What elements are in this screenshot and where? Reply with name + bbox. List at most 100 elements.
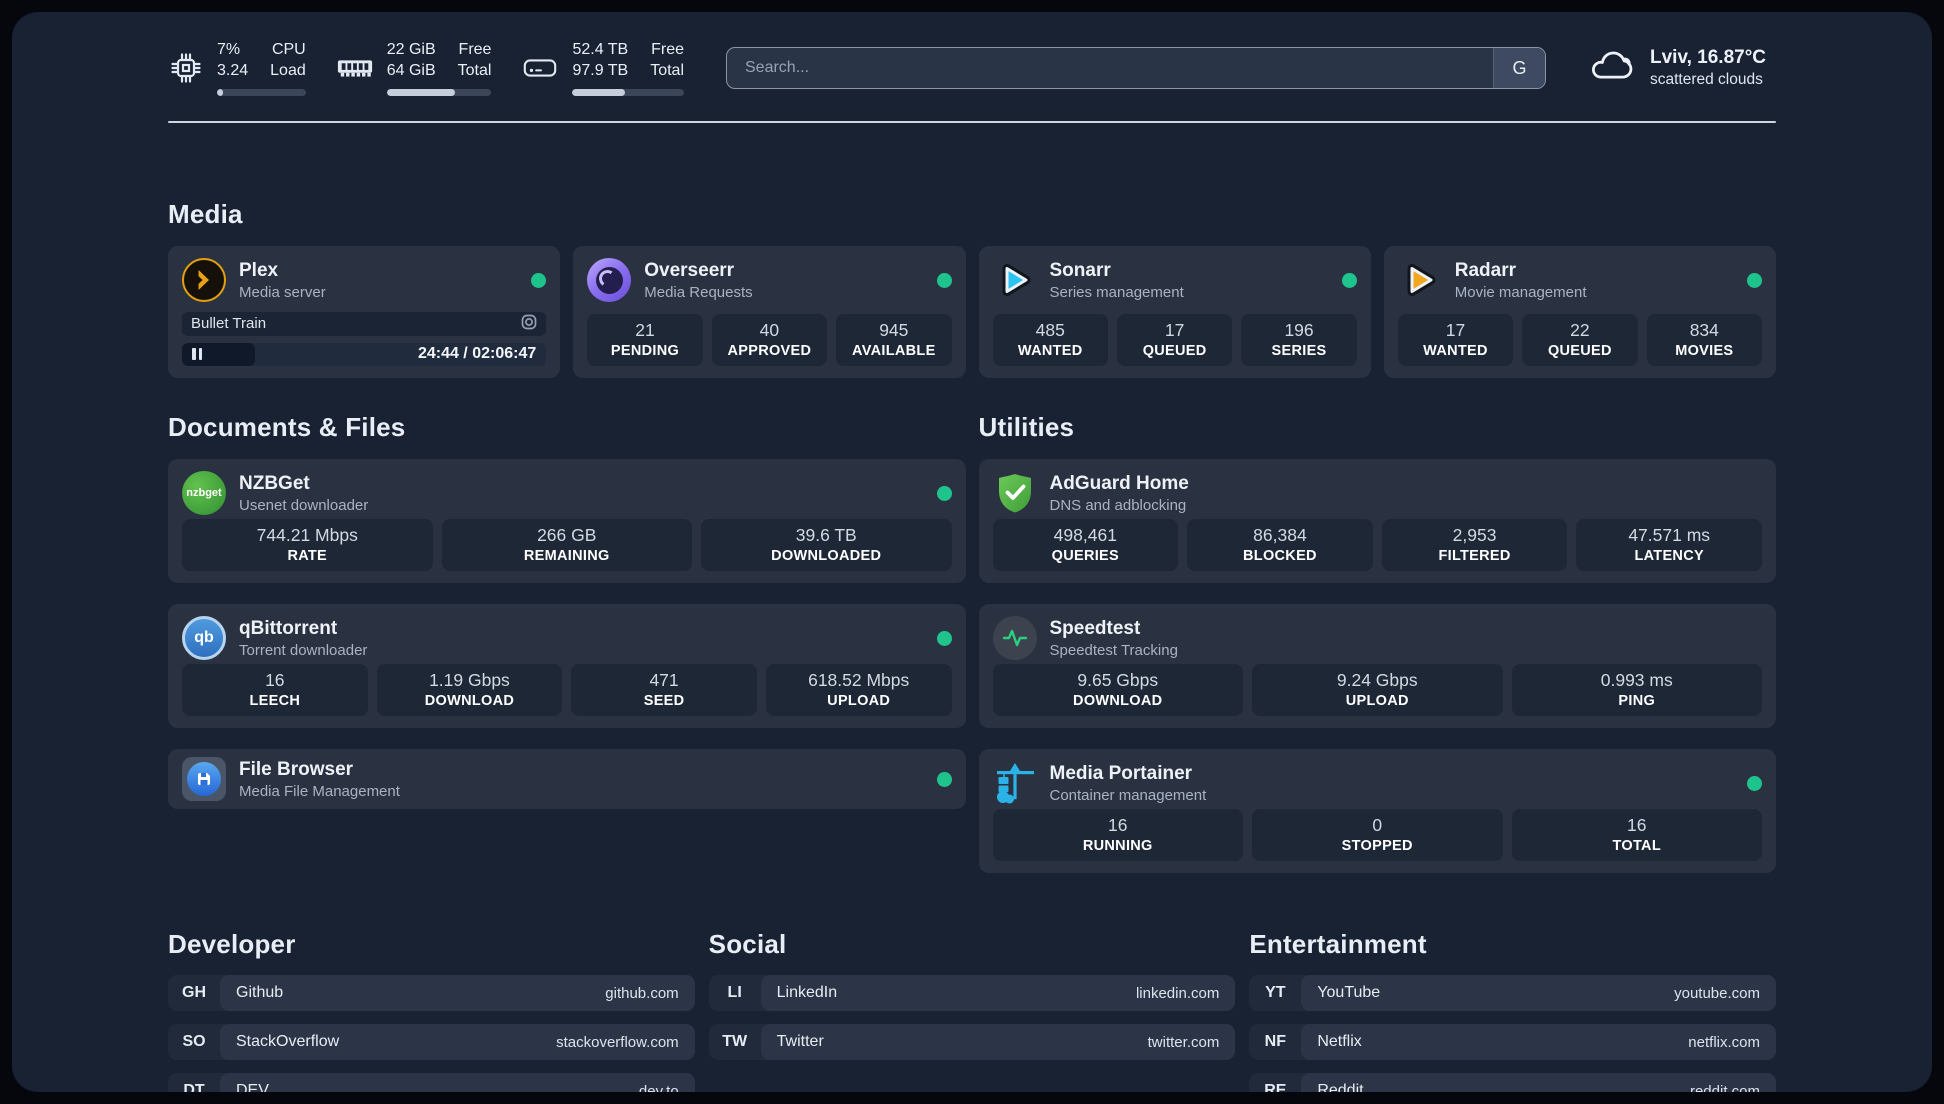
app-card-radarr[interactable]: Radarr Movie management 17 WANTED 22 QUEUE… [1383, 246, 1776, 378]
weather-widget: Lviv, 16.87°C scattered clouds [1588, 47, 1776, 90]
disk-icon [521, 54, 559, 82]
app-card-filebrowser[interactable]: File Browser Media File Management [168, 749, 966, 809]
search-bar: G [726, 47, 1546, 89]
link-github[interactable]: GH Github github.com [168, 975, 695, 1011]
link-abbr: NF [1264, 1033, 1286, 1050]
stat-tile: 744.21 Mbps RATE [182, 519, 433, 571]
stat-tile: 196 SERIES [1241, 314, 1357, 366]
app-card-sonarr[interactable]: Sonarr Series management 485 WANTED 17 QUE… [978, 246, 1371, 378]
section-title-documents: Documents & Files [168, 412, 406, 442]
app-subtitle: Movie management [1454, 283, 1587, 301]
stat-tile: 47.571 ms LATENCY [1576, 519, 1762, 571]
header-divider [168, 121, 1776, 123]
app-card-plex[interactable]: Plex Media server Bullet Train 24:44 / 0… [168, 246, 561, 378]
stat-tile: 39.6 TB DOWNLOADED [701, 519, 952, 571]
memory-icon [336, 54, 374, 82]
status-dot [936, 272, 952, 288]
load-label: Load [270, 62, 306, 79]
cpu-label: CPU [271, 41, 306, 59]
app-name: File Browser [239, 758, 354, 780]
stat-tile: 498,461 QUERIES [992, 519, 1179, 571]
app-name: Plex [239, 259, 279, 281]
app-subtitle: Media File Management [239, 782, 400, 800]
qbittorrent-icon: qb [182, 616, 226, 660]
stat-tile: 16 RUNNING [992, 809, 1243, 861]
app-subtitle: Usenet downloader [239, 496, 369, 514]
disk-total-label: Total [650, 62, 684, 79]
link-reddit[interactable]: RE Reddit reddit.com [1249, 1073, 1776, 1092]
memory-usage-bar [386, 88, 492, 96]
stat-tile: 17 WANTED [1397, 314, 1514, 366]
memory-total-value: 64 GiB [386, 62, 436, 79]
app-card-adguard[interactable]: AdGuard Home DNS and adblocking 498,461 Q… [978, 459, 1776, 583]
status-dot [1341, 272, 1357, 288]
app-name: AdGuard Home [1049, 472, 1189, 494]
status-dot [936, 485, 952, 501]
link-abbr: YT [1265, 984, 1286, 1001]
weather-location-temp: Lviv, 16.87°C [1650, 47, 1767, 68]
status-dot [936, 630, 952, 646]
app-subtitle: Speedtest Tracking [1049, 641, 1178, 659]
section-title-utilities: Utilities [978, 412, 1075, 442]
link-dev-to[interactable]: DT DEV dev.to [168, 1073, 695, 1092]
link-netflix[interactable]: NF Netflix netflix.com [1249, 1024, 1776, 1060]
app-card-overseerr[interactable]: Overseerr Media Requests 21 PENDING 40 APP… [573, 246, 966, 378]
system-stats: 7% 3.24 CPU Load 22 GiB 64 GiB Free Tota… [168, 40, 684, 96]
app-card-qbittorrent[interactable]: qb qBittorrent Torrent downloader 16 LEEC… [168, 604, 966, 728]
cpu-stat: 7% 3.24 CPU Load [168, 40, 306, 96]
speedtest-icon [992, 616, 1037, 660]
disk-total-value: 97.9 TB [572, 62, 629, 79]
stat-tile: 9.24 Gbps UPLOAD [1252, 664, 1503, 716]
app-subtitle: Media server [239, 283, 326, 301]
stat-tile: 0.993 ms PING [1511, 664, 1762, 716]
disk-free-label: Free [651, 41, 684, 59]
status-dot [531, 272, 547, 288]
plex-icon [182, 258, 226, 302]
stat-tile: 0 STOPPED [1252, 809, 1503, 861]
app-subtitle: Series management [1049, 283, 1184, 301]
link-abbr: RE [1264, 1082, 1287, 1092]
overseerr-icon [587, 258, 632, 302]
now-playing-title: Bullet Train [191, 315, 267, 333]
app-name: Overseerr [644, 259, 735, 281]
portainer-icon [993, 761, 1037, 805]
link-abbr: DT [183, 1082, 205, 1092]
stat-tile: 2,953 FILTERED [1381, 519, 1568, 571]
link-stackoverflow[interactable]: SO StackOverflow stackoverflow.com [168, 1024, 695, 1060]
cpu-icon [168, 50, 204, 86]
link-youtube[interactable]: YT YouTube youtube.com [1249, 975, 1776, 1011]
memory-total-label: Total [457, 62, 492, 79]
stat-tile: 266 GB REMAINING [441, 519, 692, 571]
app-name: Sonarr [1049, 259, 1111, 281]
app-subtitle: DNS and adblocking [1049, 496, 1187, 514]
app-subtitle: Torrent downloader [239, 641, 368, 659]
cpu-usage-value: 7% [217, 41, 241, 59]
link-linkedin[interactable]: LI LinkedIn linkedin.com [708, 975, 1236, 1011]
status-dot [1747, 272, 1762, 288]
sonarr-icon [993, 258, 1037, 302]
app-card-portainer[interactable]: Media Portainer Container management 16 R… [978, 749, 1776, 873]
playback-time: 24:44 / 02:06:47 [417, 345, 537, 363]
app-name: Radarr [1454, 259, 1516, 281]
weather-condition: scattered clouds [1650, 71, 1763, 88]
app-card-speedtest[interactable]: Speedtest Speedtest Tracking 9.65 Gbps DO… [978, 604, 1776, 728]
nzbget-icon: nzbget [182, 471, 226, 515]
stat-tile: 834 MOVIES [1646, 314, 1763, 366]
cpu-usage-bar [217, 88, 306, 96]
app-card-nzbget[interactable]: nzbget NZBGet Usenet downloader 744.21 M… [168, 459, 966, 583]
link-abbr: GH [182, 984, 206, 1001]
link-twitter[interactable]: TW Twitter twitter.com [708, 1024, 1236, 1060]
section-title-social: Social [708, 929, 787, 959]
stat-tile: 485 WANTED [992, 314, 1108, 366]
app-subtitle: Media Requests [644, 283, 753, 301]
stat-tile: 40 APPROVED [711, 314, 828, 366]
stat-tile: 1.19 Gbps DOWNLOAD [376, 664, 563, 716]
search-input[interactable] [726, 47, 1546, 89]
topbar: 7% 3.24 CPU Load 22 GiB 64 GiB Free Tota… [168, 40, 1776, 96]
search-engine-button[interactable]: G [1493, 48, 1545, 88]
disk-stat: 52.4 TB 97.9 TB Free Total [521, 40, 684, 96]
section-title-entertainment: Entertainment [1249, 929, 1427, 959]
section-title-media: Media [168, 199, 243, 229]
disk-usage-bar [572, 88, 684, 96]
stat-tile: 86,384 BLOCKED [1187, 519, 1373, 571]
